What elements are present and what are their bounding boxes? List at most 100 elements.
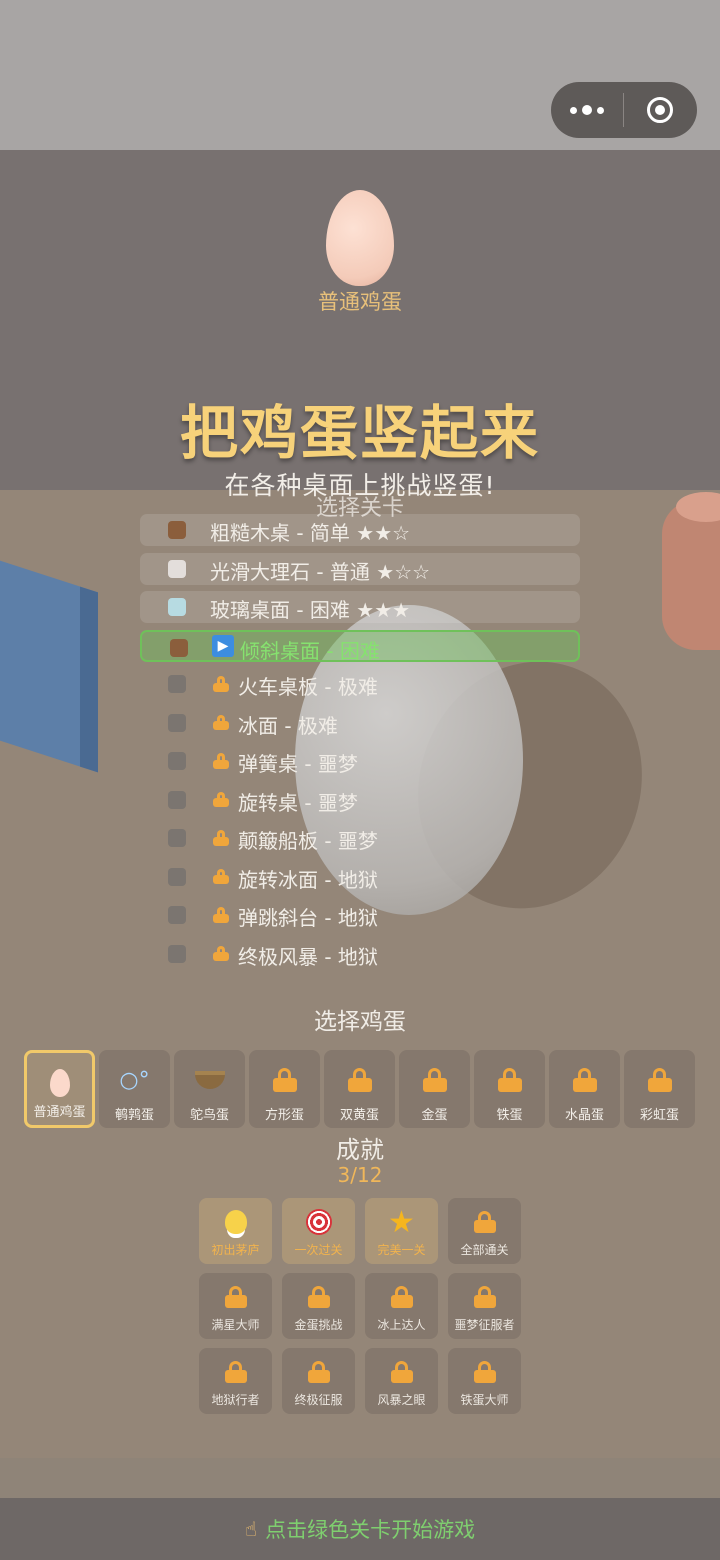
lock-icon [224,1286,247,1308]
level-label: 玻璃桌面 - 困难 ★★★ [210,598,411,622]
egg-option-label: 水晶蛋 [564,1108,604,1123]
achievement-label: 铁蛋大师 [460,1393,509,1407]
achievement-badge: 地狱行者 [199,1348,272,1414]
level-color-swatch [168,906,186,924]
egg-icon [49,1069,70,1097]
level-color-swatch [170,638,188,657]
lock-icon [272,1068,297,1092]
lock-icon [213,868,229,885]
lock-icon [213,830,229,846]
lock-icon-wrap [210,826,232,848]
level-list: 粗糙木桌 - 简单 ★★☆ 光滑大理石 - 普通 ★☆☆ 玻璃桌面 - 困难 ★★★… [140,514,580,976]
level-label: 光滑大理石 - 普通 ★☆☆ [210,559,431,584]
achievement-label: 初出茅庐 [211,1243,260,1257]
lock-icon [390,1361,413,1383]
lock-icon [390,1286,413,1308]
achievement-badge: 风暴之眼 [365,1348,438,1414]
achievement-badge: 满星大师 [199,1273,272,1339]
level-label: 颠簸船板 - 噩梦 [238,829,378,853]
achievement-badge: 初出茅庐 [199,1198,272,1264]
level-label: 火车桌板 - 极难 [238,675,378,699]
egg-select-heading: 选择鸡蛋 [314,1009,406,1035]
level-color-swatch [168,598,186,616]
level-label: 弹跳斜台 - 地狱 [238,906,378,930]
target-icon [305,1209,332,1235]
level-label: 弹簧桌 - 噩梦 [238,752,358,776]
level-color-swatch [168,867,186,886]
level-color-swatch [168,713,186,732]
achievement-label: 一次过关 [294,1243,343,1257]
egg-option-label: 双黄蛋 [339,1108,379,1123]
egg-option: 彩虹蛋 [624,1050,695,1128]
lock-icon-wrap [210,865,232,887]
achievement-label: 完美一关 [377,1243,426,1257]
lock-icon [307,1286,330,1308]
egg-option-label: 彩虹蛋 [639,1108,679,1123]
level-item[interactable]: ▶ 倾斜桌面 - 困难 [140,629,580,663]
achievements-heading: 成就 [336,1136,384,1164]
lock-icon [347,1068,372,1092]
lock-icon [224,1361,247,1383]
level-color-swatch [168,521,186,539]
selected-egg-name: 普通鸡蛋 [318,290,402,314]
achievement-label: 满星大师 [211,1318,260,1332]
achievement-label: 全部通关 [460,1243,509,1257]
achievement-label: 冰上达人 [377,1318,426,1332]
footer-hint: 点击绿色关卡开始游戏 [265,1518,476,1542]
achievement-badge: ★ 完美一关 [365,1198,438,1264]
achievement-badge: 金蛋挑战 [282,1273,355,1339]
level-color-swatch [168,752,186,770]
egg-option-label: 普通鸡蛋 [33,1105,86,1120]
egg-option-label: 方形蛋 [264,1108,304,1123]
chick-icon [224,1210,247,1234]
achievement-badge: 噩梦征服者 [448,1273,521,1339]
footer-hint-bar: ☝ 点击绿色关卡开始游戏 [0,1498,720,1560]
level-item[interactable]: 粗糙木桌 - 简单 ★★☆ [140,514,580,546]
play-icon: ▶ [212,634,234,657]
lock-icon [473,1361,496,1383]
lock-icon-wrap [210,903,232,925]
level-color-swatch [168,559,186,578]
lock-icon-wrap [210,672,232,694]
egg-option-label: 鹌鹑蛋 [114,1108,154,1123]
level-item: 火车桌板 - 极难 [140,668,580,700]
egg-option[interactable]: 鸵鸟蛋 [174,1050,245,1128]
achievement-label: 金蛋挑战 [294,1318,343,1332]
achievement-badge: 铁蛋大师 [448,1348,521,1414]
egg-option-label: 金蛋 [421,1108,448,1123]
level-item[interactable]: 光滑大理石 - 普通 ★☆☆ [140,552,580,585]
egg-option-label: 鸵鸟蛋 [189,1108,229,1123]
level-color-swatch [168,944,186,963]
level-label: 冰面 - 极难 [238,713,338,738]
level-color-swatch [168,675,186,693]
achievement-badge: 冰上达人 [365,1273,438,1339]
lock-icon [307,1361,330,1383]
level-item: 旋转冰面 - 地狱 [140,861,580,893]
egg-option[interactable]: 普通鸡蛋 [24,1050,95,1128]
nest-icon [194,1071,225,1089]
lock-icon-wrap [210,788,232,810]
egg-list: 普通鸡蛋 ○° 鹌鹑蛋 鸵鸟蛋 方形蛋 双黄蛋 金蛋 铁蛋 水晶蛋 彩虹蛋 [24,1050,696,1128]
level-item[interactable]: 玻璃桌面 - 困难 ★★★ [140,591,580,623]
egg-option[interactable]: ○° 鹌鹑蛋 [99,1050,170,1128]
more-dots-icon[interactable] [551,82,623,138]
lock-icon [213,676,229,692]
egg-option: 金蛋 [399,1050,470,1128]
achievement-badge: 终极征服 [282,1348,355,1414]
level-label: 终极风暴 - 地狱 [238,944,378,969]
achievement-label: 终极征服 [294,1393,343,1407]
egg-option: 双黄蛋 [324,1050,395,1128]
level-item: 弹簧桌 - 噩梦 [140,745,580,777]
egg-option: 水晶蛋 [549,1050,620,1128]
circle-close-icon[interactable] [624,82,696,138]
level-item: 弹跳斜台 - 地狱 [140,899,580,931]
achievement-label: 地狱行者 [211,1393,260,1407]
achievement-label: 噩梦征服者 [454,1318,515,1332]
lock-icon-wrap [210,711,232,733]
achievement-badge: 一次过关 [282,1198,355,1264]
mini-program-capsule [551,82,697,138]
game-title: 把鸡蛋竖起来 [179,399,540,467]
level-label: 倾斜桌面 - 困难 [240,638,380,663]
scene-floor-edge [0,1458,720,1498]
level-color-swatch [168,790,186,809]
